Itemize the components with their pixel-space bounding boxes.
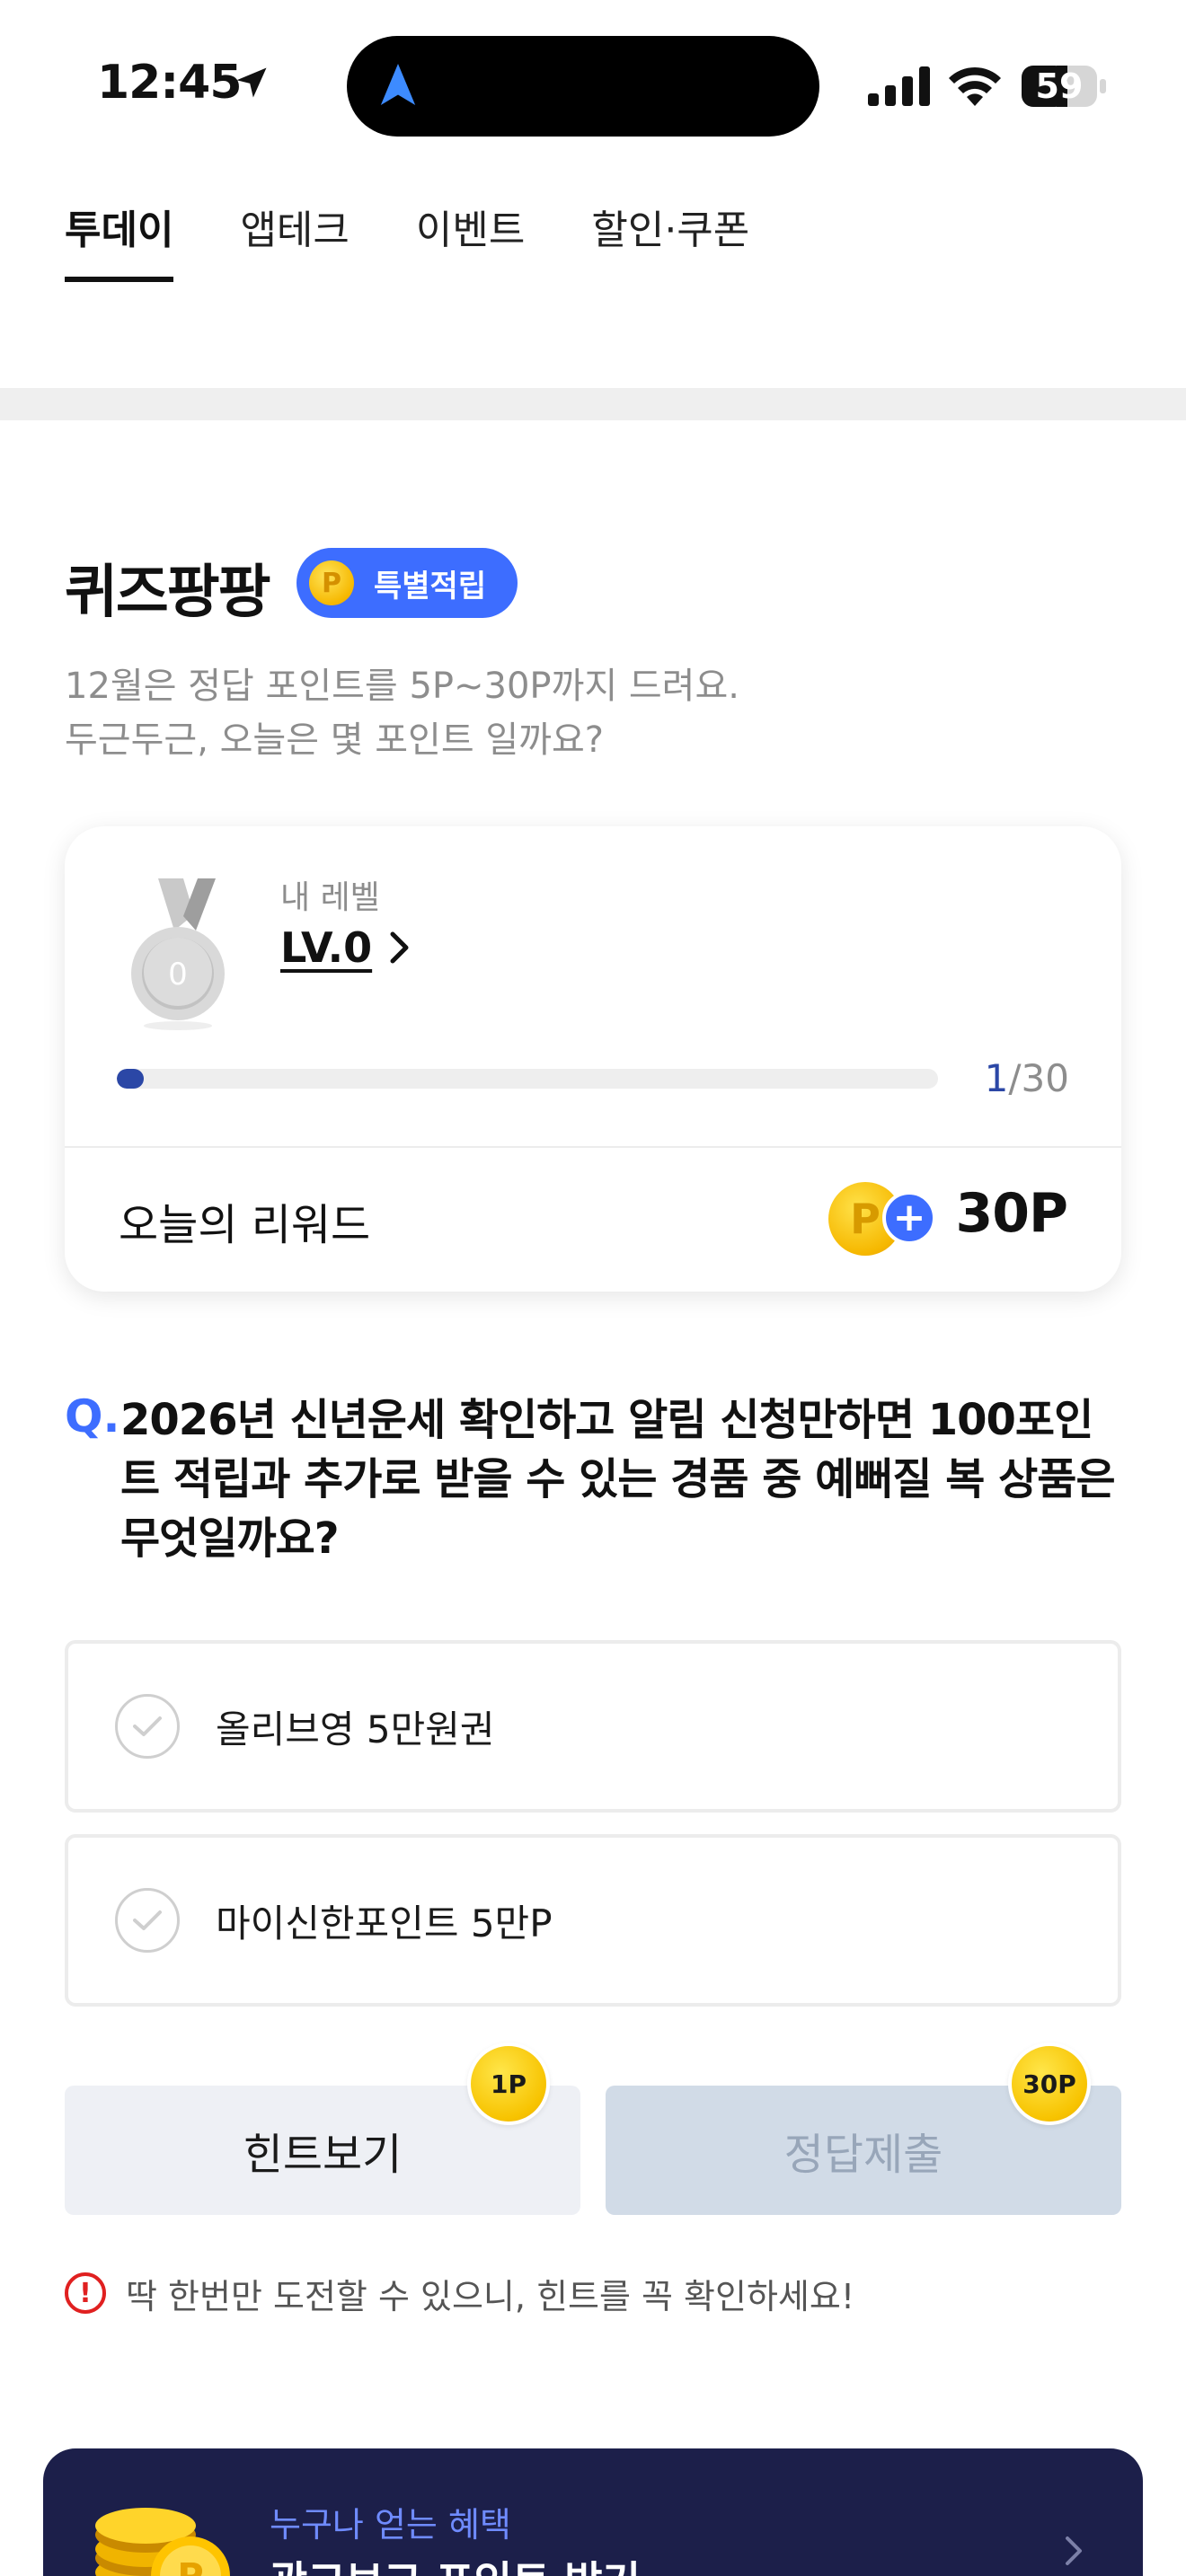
progress-count: 1/30: [985, 1056, 1069, 1100]
level-progress-bar: [117, 1069, 938, 1089]
level-progress-fill: [117, 1069, 145, 1089]
answer-option-label: 마이신한포인트 5만P: [216, 1901, 553, 1945]
today-reward-value: 30P: [955, 1182, 1068, 1245]
badge-label: 특별적립: [374, 568, 487, 604]
signal-icon: [868, 66, 930, 106]
medal-icon: 0: [131, 878, 225, 1030]
chevron-right-icon: [390, 931, 409, 964]
today-reward-label: 오늘의 리워드: [119, 1200, 371, 1250]
svg-text:P: P: [177, 2556, 203, 2576]
check-circle-icon: [115, 1694, 180, 1759]
banner-title: 광고보고 포인트 받기: [270, 2549, 641, 2576]
coin-icon: P: [309, 560, 354, 605]
answer-option[interactable]: 올리브영 5만원권: [65, 1640, 1121, 1813]
battery-level: 59: [1035, 66, 1084, 106]
coin-stack-icon: P: [95, 2508, 230, 2576]
wifi-icon: [949, 66, 1001, 106]
status-time: 12:45: [97, 56, 243, 110]
tab-discount-coupon[interactable]: 할인·쿠폰: [591, 190, 749, 282]
navigation-icon: [380, 64, 416, 105]
banner-subtitle: 누구나 얻는 혜택: [270, 2505, 511, 2545]
level-card: 0 내 레벨 LV.0 1/30 오늘의 리워드 P + 30P: [65, 826, 1121, 1292]
question-text: 2026년 신년운세 확인하고 알림 신청만하면 100포인트 적립과 추가로 …: [120, 1395, 1116, 1564]
check-circle-icon: [115, 1888, 180, 1953]
hint-points-badge: 1P: [467, 2042, 550, 2125]
my-level-label: 내 레벨: [280, 879, 380, 916]
card-divider: [65, 1146, 1121, 1148]
progress-current: 1: [984, 1056, 1009, 1100]
answer-option[interactable]: 마이신한포인트 5만P: [65, 1834, 1121, 2007]
warning-text: 딱 한번만 도전할 수 있으니, 힌트를 꼭 확인하세요!: [126, 2277, 855, 2316]
level-link[interactable]: LV.0: [280, 923, 412, 972]
tab-today[interactable]: 투데이: [65, 190, 174, 282]
description-line-2: 두근두근, 오늘은 몇 포인트 일까요?: [65, 719, 605, 761]
top-tabs: 투데이 앱테크 이벤트 할인·쿠폰: [65, 190, 749, 282]
chevron-right-icon: [1066, 2536, 1082, 2565]
level-value: LV.0: [280, 923, 373, 972]
ad-points-banner[interactable]: P 누구나 얻는 혜택 광고보고 포인트 받기: [43, 2448, 1143, 2576]
status-bar: 12:45 59: [0, 0, 1186, 171]
medal-number: 0: [168, 957, 188, 992]
quiz-description: 12월은 정답 포인트를 5P~30P까지 드려요. 두근두근, 오늘은 몇 포…: [65, 659, 739, 767]
tab-apptech[interactable]: 앱테크: [240, 190, 349, 282]
special-reward-badge: P 특별적립: [296, 548, 518, 618]
answer-option-label: 올리브영 5만원권: [216, 1707, 495, 1751]
warning-icon: !: [65, 2272, 106, 2314]
description-line-1: 12월은 정답 포인트를 5P~30P까지 드려요.: [65, 666, 739, 707]
submit-points-badge: 30P: [1008, 2042, 1091, 2125]
section-divider: [0, 388, 1186, 420]
location-arrow-icon: [236, 67, 267, 98]
tab-event[interactable]: 이벤트: [416, 190, 525, 282]
question-prefix: Q.: [65, 1390, 120, 1442]
plus-icon: +: [882, 1191, 936, 1245]
progress-total: /30: [1008, 1056, 1069, 1100]
quiz-title: 퀴즈팡팡: [65, 560, 271, 626]
